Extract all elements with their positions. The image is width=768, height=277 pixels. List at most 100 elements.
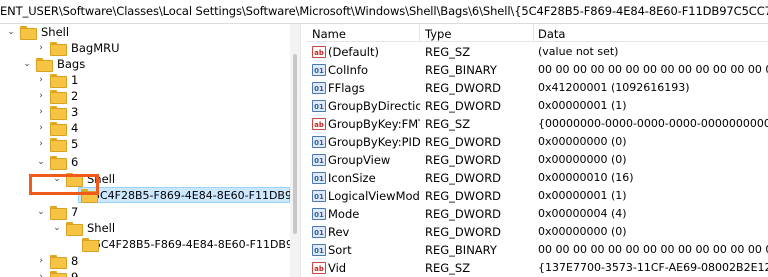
value-data: 0x00000004 (4) [538, 207, 627, 220]
binary-value-icon: 01 [312, 190, 326, 202]
tree-item-guid-7[interactable]: {5C4F28B5-F869-4E84-8E60-F11DB97C [80, 236, 290, 252]
tree-scrollbar[interactable] [290, 24, 300, 277]
value-type: REG_SZ [425, 261, 471, 275]
value-data: 0x00000000 (0) [538, 153, 627, 166]
value-data: {00000000-0000-0000-0000-000000000000} [538, 117, 768, 130]
value-data: 0x00000010 (16) [538, 171, 634, 184]
value-type: REG_DWORD [425, 81, 502, 95]
binary-value-icon: 01 [312, 136, 326, 148]
values-list: Name Type Data ab (Default) REG_SZ (value n… [306, 24, 768, 277]
folder-icon [50, 206, 67, 220]
value-data: 0x41200001 (1092616193) [538, 81, 690, 94]
tree-item-label: Shell [87, 221, 116, 235]
tree-item-label: Bags [57, 57, 86, 71]
tree-item-9[interactable]: › 9 [36, 269, 78, 277]
folder-icon [50, 106, 67, 120]
folder-icon [50, 42, 67, 56]
binary-value-icon: 01 [312, 154, 326, 166]
folder-icon [50, 74, 67, 88]
value-name: GroupByDirection [328, 99, 420, 113]
table-row[interactable]: abGroupByKey:FMTI... REG_SZ {00000000-0000… [306, 116, 768, 132]
tree-item-shell-7[interactable]: ⌄ Shell [52, 220, 115, 236]
value-type: REG_DWORD [425, 153, 502, 167]
table-row[interactable]: 01 LogicalViewMode REG_DWORD 0x00000001 (1) [306, 188, 768, 204]
value-type: REG_DWORD [425, 225, 502, 239]
chevron-right-icon[interactable]: › [36, 107, 46, 117]
folder-icon [36, 58, 53, 72]
column-divider[interactable] [533, 24, 534, 42]
table-row[interactable]: 01 Rev REG_DWORD 0x00000000 (0) [306, 224, 768, 240]
tree-item-label: {5C4F28B5-F869-4E84-8E60-F11DB97C [87, 237, 290, 251]
column-header-name[interactable]: Name [312, 27, 346, 41]
tree-item-label: 7 [71, 205, 79, 219]
tree-item-shell[interactable]: ⌄ Shell [6, 24, 69, 40]
binary-value-icon: 01 [312, 208, 326, 220]
string-value-icon: ab [312, 118, 326, 130]
tree-item-label: 1 [71, 73, 79, 87]
value-data: {137E7700-3573-11CF-AE69-08002B2E1262} [538, 261, 768, 274]
value-name: FFlags [328, 81, 365, 95]
chevron-down-icon[interactable]: ⌄ [36, 207, 46, 217]
table-row[interactable]: 01 Mode REG_DWORD 0x00000004 (4) [306, 206, 768, 222]
value-name: Mode [328, 207, 360, 221]
table-row[interactable]: ab Vid REG_SZ {137E7700-3573-11CF-AE69-0800… [306, 260, 768, 276]
table-row[interactable]: 01 GroupView REG_DWORD 0x00000000 (0) [306, 152, 768, 168]
table-row[interactable]: 01 GroupByKey:PID REG_DWORD 0x00000000 (0) [306, 134, 768, 150]
chevron-right-icon[interactable]: › [36, 43, 46, 53]
chevron-down-icon[interactable]: ⌄ [52, 223, 62, 233]
table-row[interactable]: 01 IconSize REG_DWORD 0x00000010 (16) [306, 170, 768, 186]
value-data: 0x00000001 (1) [538, 99, 627, 112]
chevron-right-icon[interactable]: › [36, 91, 46, 101]
column-header-data[interactable]: Data [538, 27, 565, 41]
address-bar[interactable]: ENT_USER\Software\Classes\Local Settings… [0, 0, 768, 24]
string-value-icon: ab [312, 262, 326, 274]
table-row[interactable]: 01 Sort REG_BINARY 00 00 00 00 00 00 00 00 … [306, 242, 768, 258]
chevron-right-icon[interactable]: › [36, 123, 46, 133]
value-type: REG_DWORD [425, 135, 502, 149]
value-data: 0x00000001 (1) [538, 189, 627, 202]
chevron-down-icon[interactable]: ⌄ [6, 27, 16, 37]
chevron-down-icon[interactable]: ⌄ [36, 157, 46, 167]
value-type: REG_BINARY [425, 63, 497, 77]
registry-tree: ⌄ Shell › BagMRU ⌄ Bags › 1 › 2 › 3 › 4 … [0, 24, 290, 277]
tree-item-7[interactable]: ⌄ 7 [36, 204, 78, 220]
tree-item-label: Shell [41, 25, 70, 39]
table-row[interactable]: 01 ColInfo REG_BINARY 00 00 00 00 00 00 00 … [306, 62, 768, 78]
chevron-right-icon[interactable]: › [36, 75, 46, 85]
chevron-down-icon[interactable]: ⌄ [22, 59, 32, 69]
table-row[interactable]: ab (Default) REG_SZ (value not set) [306, 44, 768, 60]
tree-item-5[interactable]: › 5 [36, 136, 78, 152]
tree-item-guid-selected[interactable]: {5C4F28B5-F869-4E84-8E60-F11DB97C [78, 187, 290, 203]
chevron-right-icon[interactable]: › [36, 256, 46, 266]
folder-icon [50, 156, 67, 170]
tree-item-label: 8 [71, 254, 79, 268]
value-data: 0x00000000 (0) [538, 225, 627, 238]
tree-item-2[interactable]: › 2 [36, 88, 78, 104]
tree-item-bags[interactable]: ⌄ Bags [22, 56, 85, 72]
tree-item-bagmru[interactable]: › BagMRU [36, 40, 120, 56]
chevron-right-icon[interactable]: › [36, 272, 46, 277]
value-type: REG_DWORD [425, 189, 502, 203]
tree-item-6[interactable]: ⌄ 6 [36, 154, 78, 170]
column-divider[interactable] [419, 24, 420, 42]
tree-item-1[interactable]: › 1 [36, 72, 78, 88]
table-row[interactable]: 01 GroupByDirection REG_DWORD 0x00000001 (1… [306, 98, 768, 114]
value-name: GroupByKey:FMTI... [328, 117, 420, 131]
address-path: ENT_USER\Software\Classes\Local Settings… [0, 4, 768, 18]
string-value-icon: ab [312, 46, 326, 58]
value-data: (value not set) [538, 45, 619, 58]
tree-item-label: 5 [71, 137, 79, 151]
value-data: 00 00 00 00 00 00 00 00 00 00 00 00 00 0… [538, 243, 768, 256]
tree-item-label: 2 [71, 89, 79, 103]
tree-item-4[interactable]: › 4 [36, 120, 78, 136]
chevron-right-icon[interactable]: › [36, 139, 46, 149]
value-type: REG_SZ [425, 117, 471, 131]
tree-item-3[interactable]: › 3 [36, 104, 78, 120]
tree-item-label: 3 [71, 105, 79, 119]
table-row[interactable]: 01 FFlags REG_DWORD 0x41200001 (1092616193) [306, 80, 768, 96]
value-name: GroupView [328, 153, 391, 167]
tree-item-8[interactable]: › 8 [36, 253, 78, 269]
scrollbar-thumb[interactable] [293, 54, 297, 234]
value-name: (Default) [328, 45, 379, 59]
column-header-type[interactable]: Type [425, 27, 451, 41]
